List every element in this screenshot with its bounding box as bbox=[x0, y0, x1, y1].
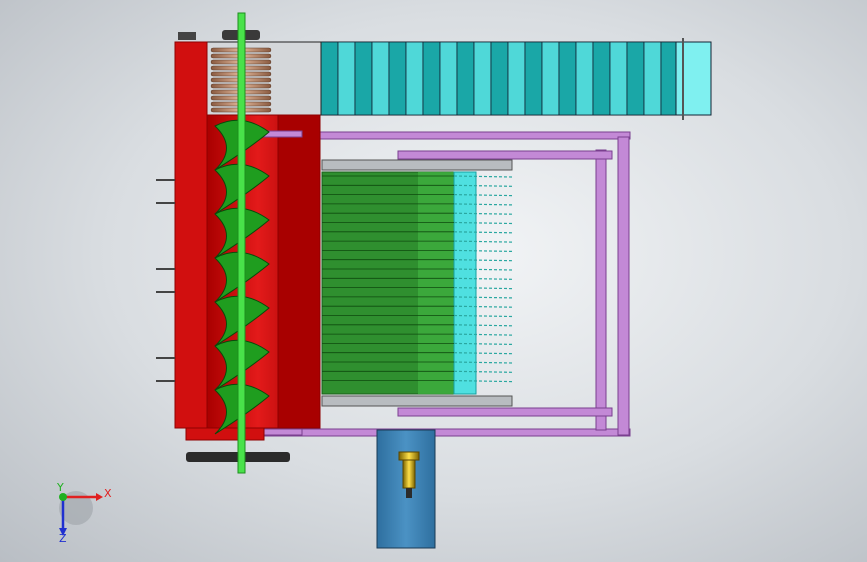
conveyor-slat bbox=[643, 41, 662, 116]
conveyor-slat bbox=[592, 41, 611, 116]
conveyor-slat bbox=[405, 41, 424, 116]
triad-y-label: Y bbox=[56, 481, 64, 494]
tine-bed-highlight bbox=[418, 172, 454, 394]
frame-bottom-rail bbox=[261, 428, 631, 437]
conveyor-slat bbox=[507, 41, 526, 116]
bottom-bearing-plate bbox=[185, 427, 265, 441]
coordinate-triad: X Y Z bbox=[56, 481, 112, 545]
motor-bolt-tip bbox=[406, 488, 412, 498]
conveyor-slat bbox=[490, 41, 509, 116]
conveyor-slat bbox=[371, 41, 390, 116]
conveyor-slat bbox=[473, 41, 492, 116]
triad-z-label: Z bbox=[59, 532, 67, 545]
top-bolt bbox=[178, 32, 196, 40]
triad-x-label: X bbox=[104, 487, 112, 500]
rake-tine-bed bbox=[321, 159, 513, 407]
auger-shaft bbox=[237, 12, 246, 474]
frame-right-post-inner bbox=[595, 149, 607, 431]
conveyor-slat bbox=[524, 41, 543, 116]
conveyor-slat bbox=[439, 41, 458, 116]
triad-y-axis bbox=[59, 493, 67, 501]
triad-x-arrow bbox=[96, 493, 103, 501]
frame-lower-guide bbox=[397, 407, 613, 417]
conveyor-slat bbox=[320, 41, 339, 116]
frame-upper-guide bbox=[397, 150, 613, 160]
conveyor-slat bbox=[337, 41, 356, 116]
conveyor-slat bbox=[456, 41, 475, 116]
conveyor-belt bbox=[320, 38, 712, 120]
housing-right-wall bbox=[277, 114, 321, 429]
tine-bed-top-bar bbox=[321, 159, 513, 171]
conveyor-slat bbox=[626, 41, 645, 116]
cad-drawing: X Y Z bbox=[56, 12, 712, 549]
conveyor-slat bbox=[541, 41, 560, 116]
conveyor-slat bbox=[388, 41, 407, 116]
conveyor-slat bbox=[609, 41, 628, 116]
motor-bolt-body bbox=[402, 459, 416, 489]
conveyor-slat bbox=[575, 41, 594, 116]
conveyor-slat bbox=[558, 41, 577, 116]
frame-right-post-outer bbox=[617, 136, 630, 436]
housing-left-wall bbox=[174, 41, 208, 429]
motor-bolt-head bbox=[398, 451, 420, 461]
tine-bed-tip-strip bbox=[453, 171, 477, 395]
conveyor-slat bbox=[354, 41, 373, 116]
motor-box bbox=[376, 429, 436, 549]
conveyor-slat bbox=[660, 41, 679, 116]
conveyor-slat bbox=[422, 41, 441, 116]
housing-frame-bracket-bottom bbox=[261, 428, 303, 436]
conveyor-end-cap bbox=[675, 41, 712, 116]
tine-bed-bottom-bar bbox=[321, 395, 513, 407]
